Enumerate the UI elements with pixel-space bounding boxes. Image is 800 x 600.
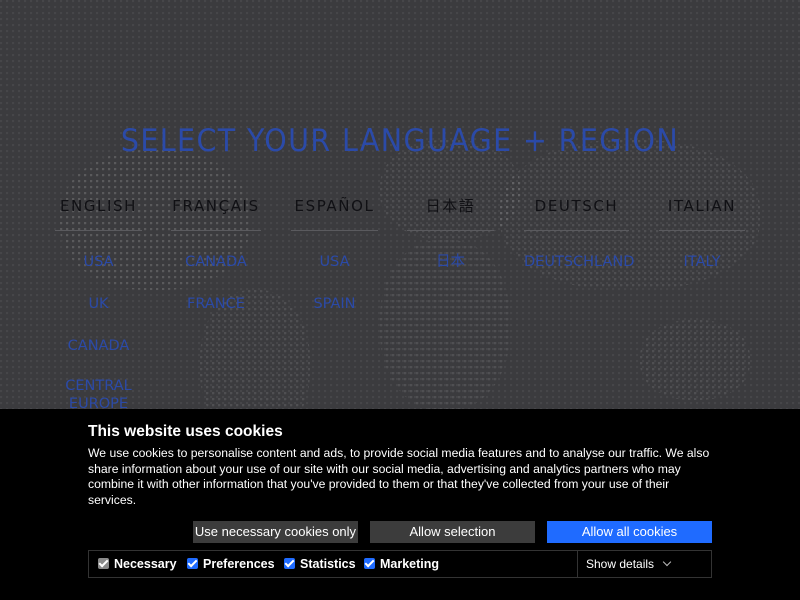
necessary-option: Necessary (98, 555, 177, 573)
region-link-france[interactable]: FRANCE (171, 293, 261, 315)
language-column-spanish: ESPAÑOL USA SPAIN (291, 196, 378, 315)
show-details-toggle[interactable]: Show details (577, 551, 711, 577)
world-map-australia (640, 320, 750, 400)
statistics-label: Statistics (300, 557, 356, 571)
necessary-label: Necessary (114, 557, 177, 571)
allow-all-cookies-button[interactable]: Allow all cookies (547, 521, 712, 543)
language-column-italian: ITALIAN ITALY (659, 196, 745, 273)
cookie-options-bar: Necessary Preferences Statistics Marketi… (88, 550, 712, 578)
language-heading: FRANÇAIS (171, 196, 261, 231)
region-link-central-europe[interactable]: CENTRAL EUROPE (55, 377, 142, 413)
cookie-banner-title: This website uses cookies (88, 423, 283, 440)
marketing-checkbox[interactable] (364, 558, 375, 569)
language-column-english: ENGLISH USA UK CANADA CENTRAL EUROPE (55, 196, 142, 413)
cookie-banner-text: We use cookies to personalise content an… (88, 446, 710, 507)
region-link-canada[interactable]: CANADA (171, 251, 261, 273)
language-heading: ESPAÑOL (291, 196, 378, 231)
region-link-usa[interactable]: USA (291, 251, 378, 273)
chevron-down-icon (662, 557, 672, 567)
language-column-french: FRANÇAIS CANADA FRANCE (171, 196, 261, 315)
preferences-option[interactable]: Preferences (187, 555, 275, 573)
preferences-checkbox[interactable] (187, 558, 198, 569)
region-list: USA SPAIN (291, 251, 378, 315)
region-link-spain[interactable]: SPAIN (291, 293, 378, 315)
language-heading: 日本語 (407, 196, 494, 231)
language-column-japanese: 日本語 日本 (407, 196, 494, 273)
region-link-line-1: CENTRAL (65, 378, 132, 394)
language-heading: DEUTSCH (524, 196, 629, 231)
marketing-label: Marketing (380, 557, 440, 571)
region-link-uk[interactable]: UK (55, 293, 142, 315)
region-list: CANADA FRANCE (171, 251, 261, 315)
statistics-checkbox[interactable] (284, 558, 295, 569)
region-link-usa[interactable]: USA (55, 251, 142, 273)
region-list: USA UK CANADA CENTRAL EUROPE (55, 251, 142, 413)
region-link-canada[interactable]: CANADA (55, 335, 142, 357)
cookie-consent-banner: This website uses cookies We use cookies… (0, 409, 800, 600)
marketing-option[interactable]: Marketing (364, 555, 439, 573)
region-list: DEUTSCHLAND (524, 251, 634, 273)
region-link-germany[interactable]: DEUTSCHLAND (524, 251, 634, 273)
allow-selection-button[interactable]: Allow selection (370, 521, 535, 543)
region-link-japan[interactable]: 日本 (407, 251, 494, 273)
language-heading: ITALIAN (659, 196, 745, 231)
language-heading: ENGLISH (55, 196, 142, 231)
page-title: SELECT YOUR LANGUAGE + REGION (120, 122, 680, 159)
region-link-italy[interactable]: ITALY (659, 251, 745, 273)
show-details-label: Show details (586, 557, 655, 571)
statistics-option[interactable]: Statistics (284, 555, 356, 573)
necessary-checkbox (98, 558, 109, 569)
language-column-german: DEUTSCH DEUTSCHLAND (524, 196, 634, 273)
region-list: 日本 (407, 251, 494, 273)
use-necessary-cookies-button[interactable]: Use necessary cookies only (193, 521, 358, 543)
preferences-label: Preferences (203, 557, 275, 571)
region-list: ITALY (659, 251, 745, 273)
